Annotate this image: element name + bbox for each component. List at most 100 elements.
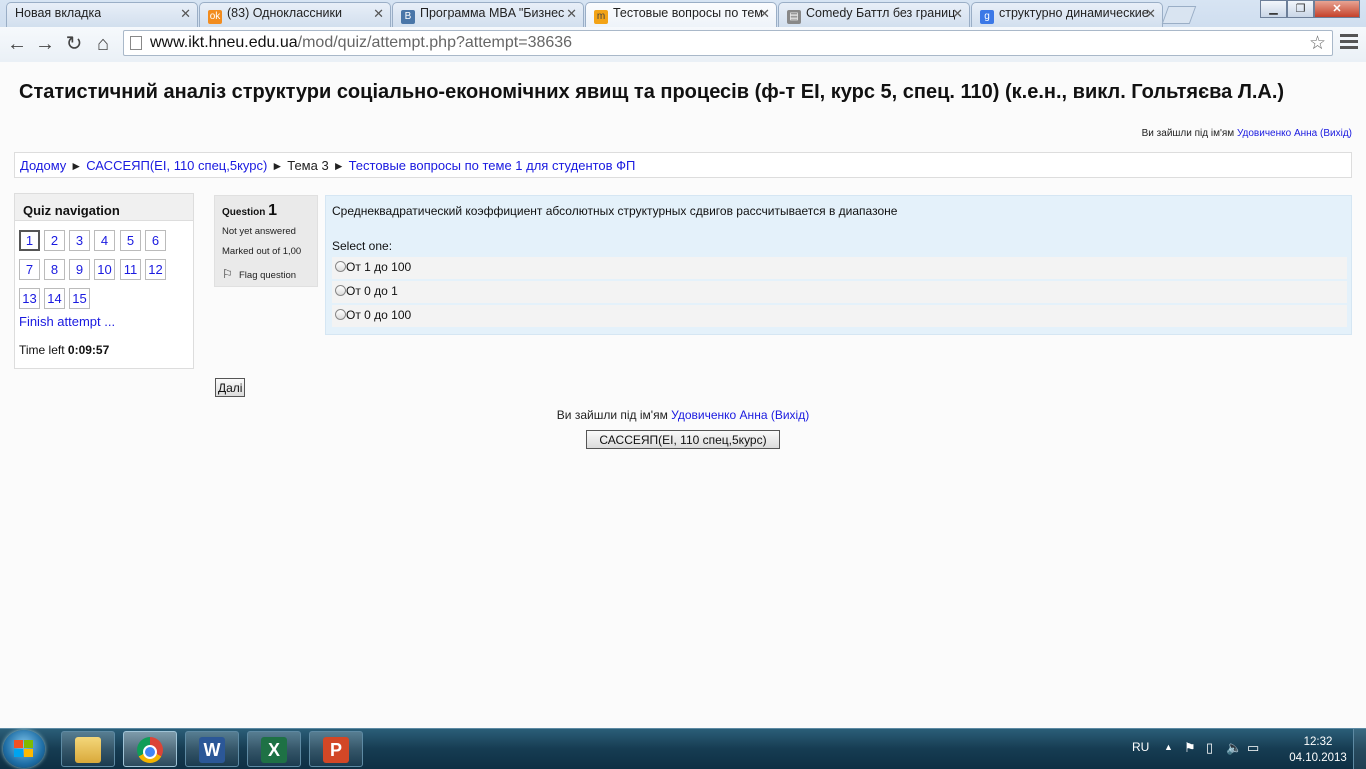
tab-close-icon[interactable]: ✕	[180, 6, 191, 22]
time-left: Time left 0:09:57	[19, 343, 109, 357]
time-left-label: Time left	[19, 343, 65, 357]
tab-close-icon[interactable]: ✕	[759, 6, 770, 22]
google-icon: g	[980, 10, 994, 24]
forward-arrow-icon[interactable]: →	[32, 31, 58, 57]
tab-strip: Новая вкладка ✕ ok (83) Одноклассники ✕ B…	[0, 0, 1366, 27]
quiz-navigation-title: Quiz navigation	[15, 194, 193, 221]
moodle-icon: m	[594, 10, 608, 24]
folder-icon	[75, 737, 101, 763]
start-button[interactable]	[3, 730, 45, 768]
question-nav-button[interactable]: 15	[69, 288, 90, 309]
login-info-footer: Ви зайшли під ім'ям Удовиченко Анна (Вих…	[0, 408, 1366, 422]
radio-button[interactable]	[335, 285, 346, 296]
answer-option[interactable]: От 1 до 100	[332, 257, 1347, 279]
chrome-menu-icon[interactable]	[1340, 34, 1358, 52]
question-nav-button[interactable]: 9	[69, 259, 90, 280]
language-indicator[interactable]: RU	[1132, 740, 1149, 754]
radio-button[interactable]	[335, 261, 346, 272]
action-center-flag-icon[interactable]: ⚑	[1184, 740, 1196, 756]
tab-google-search[interactable]: g структурно динамические ✕	[971, 2, 1163, 27]
close-window-button[interactable]: ✕	[1314, 0, 1360, 18]
clock-time: 12:32	[1303, 736, 1333, 748]
answer-label: От 1 до 100	[346, 260, 412, 274]
question-nav-button[interactable]: 2	[44, 230, 65, 251]
tab-close-icon[interactable]: ✕	[373, 6, 384, 22]
question-nav-button[interactable]: 8	[44, 259, 65, 280]
taskbar-powerpoint[interactable]: P	[309, 731, 363, 767]
breadcrumb: Додому ► САССЕЯП(ЕІ, 110 спец,5курс) ► Тема …	[14, 152, 1352, 178]
network-icon[interactable]: ▭	[1247, 740, 1259, 756]
question-nav-button[interactable]: 6	[145, 230, 166, 251]
breadcrumb-course[interactable]: САССЕЯП(ЕІ, 110 спец,5курс)	[86, 158, 267, 173]
course-home-button[interactable]: САССЕЯП(ЕІ, 110 спец,5курс)	[586, 430, 780, 449]
logout-link[interactable]: (Вихід)	[771, 408, 809, 422]
question-content: Среднеквадратический коэффициент абсолют…	[325, 195, 1352, 335]
page-title: Статистичний аналіз структури соціально-…	[19, 81, 1285, 103]
taskbar-chrome[interactable]	[123, 731, 177, 767]
tab-odnoklassniki[interactable]: ok (83) Одноклассники ✕	[199, 2, 391, 27]
browser-toolbar: ← → ↻ ⌂ www.ikt.hneu.edu.ua/mod/quiz/att…	[0, 27, 1366, 63]
question-info: Question 1 Not yet answered Marked out o…	[214, 195, 318, 287]
powerpoint-icon: P	[323, 737, 349, 763]
address-bar[interactable]: www.ikt.hneu.edu.ua/mod/quiz/attempt.php…	[123, 30, 1333, 56]
taskbar-explorer[interactable]	[61, 731, 115, 767]
question-nav-button[interactable]: 12	[145, 259, 166, 280]
odnoklassniki-icon: ok	[208, 10, 222, 24]
tab-title: (83) Одноклассники	[227, 6, 342, 20]
tab-title: Тестовые вопросы по теме	[613, 6, 763, 20]
question-text: Среднеквадратический коэффициент абсолют…	[332, 204, 898, 218]
select-one-prompt: Select one:	[332, 239, 393, 253]
question-nav-button[interactable]: 7	[19, 259, 40, 280]
clock[interactable]: 12:32 04.10.2013	[1286, 734, 1350, 766]
answer-option[interactable]: От 0 до 1	[332, 281, 1347, 303]
taskbar-word[interactable]: W	[185, 731, 239, 767]
question-nav-button[interactable]: 14	[44, 288, 65, 309]
question-nav-button[interactable]: 3	[69, 230, 90, 251]
breadcrumb-quiz[interactable]: Тестовые вопросы по теме 1 для студентов…	[349, 158, 636, 173]
device-icon[interactable]: ▯	[1206, 740, 1213, 756]
question-nav-button[interactable]: 1	[19, 230, 40, 251]
show-hidden-icons-icon[interactable]: ▲	[1164, 742, 1173, 752]
logout-link[interactable]: (Вихід)	[1320, 128, 1352, 139]
question-nav-button[interactable]: 13	[19, 288, 40, 309]
taskbar-excel[interactable]: X	[247, 731, 301, 767]
next-page-button[interactable]: Далі	[215, 378, 246, 397]
user-name-link[interactable]: Удовиченко Анна	[671, 408, 767, 422]
question-nav-button[interactable]: 10	[94, 259, 115, 280]
tab-close-icon[interactable]: ✕	[1145, 6, 1156, 22]
show-desktop-button[interactable]	[1353, 729, 1366, 769]
breadcrumb-separator: ►	[332, 159, 345, 173]
word-icon: W	[199, 737, 225, 763]
breadcrumb-home[interactable]: Додому	[20, 158, 66, 173]
radio-button[interactable]	[335, 309, 346, 320]
tab-title: Comedy Баттл без границ	[806, 6, 956, 20]
maximize-button[interactable]: ❐	[1287, 0, 1314, 18]
new-tab-button[interactable]	[1161, 6, 1197, 24]
tab-comedy-battle[interactable]: ▤ Comedy Баттл без границ ✕	[778, 2, 970, 27]
home-icon[interactable]: ⌂	[90, 31, 116, 57]
question-nav-button[interactable]: 4	[94, 230, 115, 251]
question-nav-button[interactable]: 11	[120, 259, 141, 280]
flag-question-toggle[interactable]: ⚐ Flag question	[222, 267, 310, 281]
finish-attempt-link[interactable]: Finish attempt ...	[19, 314, 115, 329]
minimize-button[interactable]: ▁	[1260, 0, 1287, 18]
login-prefix: Ви зайшли під ім'ям	[1141, 128, 1235, 139]
tab-close-icon[interactable]: ✕	[952, 6, 963, 22]
time-left-value: 0:09:57	[67, 343, 110, 357]
breadcrumb-section: Тема 3	[287, 158, 329, 173]
back-arrow-icon[interactable]: ←	[4, 31, 30, 57]
tab-quiz-active[interactable]: m Тестовые вопросы по теме ✕	[585, 2, 777, 27]
user-name-link[interactable]: Удовиченко Анна	[1237, 128, 1317, 139]
answer-option[interactable]: От 0 до 100	[332, 305, 1347, 327]
tab-close-icon[interactable]: ✕	[566, 6, 577, 22]
reload-icon[interactable]: ↻	[61, 31, 87, 57]
tab-new-tab[interactable]: Новая вкладка ✕	[6, 2, 198, 27]
question-nav-button[interactable]: 5	[120, 230, 141, 251]
volume-icon[interactable]: 🔈	[1226, 740, 1242, 756]
question-number-value: 1	[268, 202, 278, 219]
url-text[interactable]: www.ikt.hneu.edu.ua/mod/quiz/attempt.php…	[150, 34, 572, 52]
page-content: Статистичний аналіз структури соціально-…	[0, 62, 1366, 727]
tab-title: структурно динамические	[999, 6, 1149, 20]
tab-mba-program[interactable]: B Программа MBA "Бизнес ✕	[392, 2, 584, 27]
bookmark-star-icon[interactable]: ☆	[1309, 32, 1326, 55]
